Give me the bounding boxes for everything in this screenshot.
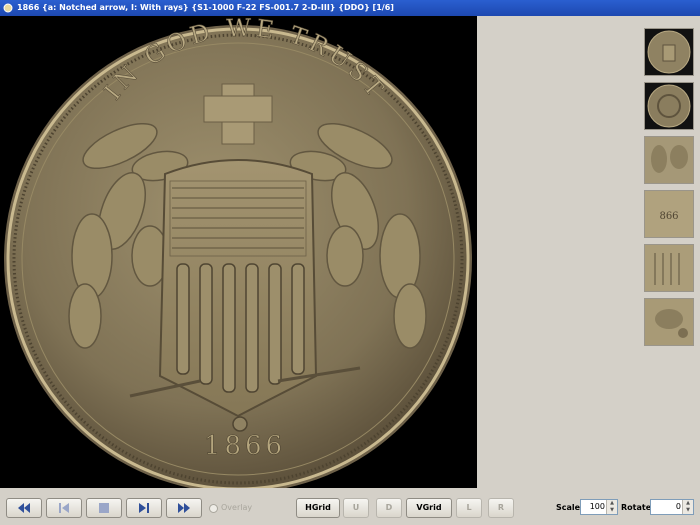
overlay-label: Overlay	[221, 503, 253, 512]
vgrid-button[interactable]: VGrid	[406, 498, 452, 518]
hgrid-button[interactable]: HGrid	[296, 498, 340, 518]
overlay-radio[interactable]	[209, 504, 218, 513]
coin-date: 1866	[204, 431, 286, 461]
down-button[interactable]: D	[376, 498, 402, 518]
thumbnail-strip: 866	[644, 28, 696, 352]
svg-text:866: 866	[659, 211, 678, 222]
thumb-obverse[interactable]	[644, 28, 694, 76]
window-titlebar: 1866 {a: Notched arrow, I: With rays} {S…	[0, 0, 700, 16]
next-button[interactable]	[126, 498, 162, 518]
app-icon	[3, 3, 13, 13]
rotate-value: 0	[675, 502, 681, 511]
thumb-detail-3[interactable]	[644, 244, 694, 292]
rotate-label: Rotate	[621, 503, 652, 512]
thumb-detail-2[interactable]: 866	[644, 190, 694, 238]
rotate-spinner-arrows[interactable]: ▲ ▼	[682, 500, 693, 514]
thumb-detail-1[interactable]	[644, 136, 694, 184]
stop-icon	[99, 503, 109, 513]
spin-down-icon[interactable]: ▼	[607, 507, 617, 514]
right-button[interactable]: R	[488, 498, 514, 518]
last-icon	[178, 503, 190, 513]
previous-button[interactable]	[46, 498, 82, 518]
left-button[interactable]: L	[456, 498, 482, 518]
spin-up-icon[interactable]: ▲	[683, 500, 693, 507]
scale-spinner[interactable]: 100 ▲ ▼	[580, 499, 618, 515]
spin-up-icon[interactable]: ▲	[607, 500, 617, 507]
first-icon	[18, 503, 30, 513]
scale-spinner-arrows[interactable]: ▲ ▼	[606, 500, 617, 514]
thumb-detail-4[interactable]	[644, 298, 694, 346]
coin-image-viewer[interactable]: IN GOD WE TRUST 1866	[0, 16, 477, 488]
scale-value: 100	[589, 502, 605, 511]
rotate-spinner[interactable]: 0 ▲ ▼	[650, 499, 694, 515]
previous-icon	[59, 503, 69, 513]
up-button[interactable]: U	[343, 498, 369, 518]
last-button[interactable]	[166, 498, 202, 518]
next-icon	[139, 503, 149, 513]
control-bar: Overlay HGrid U D VGrid L R Scale 100 ▲ ▼…	[0, 492, 700, 525]
thumb-reverse[interactable]	[644, 82, 694, 130]
spin-down-icon[interactable]: ▼	[683, 507, 693, 514]
stop-button[interactable]	[86, 498, 122, 518]
coin-image: IN GOD WE TRUST 1866	[4, 16, 472, 488]
window-title: 1866 {a: Notched arrow, I: With rays} {S…	[17, 3, 394, 12]
first-button[interactable]	[6, 498, 42, 518]
scale-label: Scale	[556, 503, 581, 512]
